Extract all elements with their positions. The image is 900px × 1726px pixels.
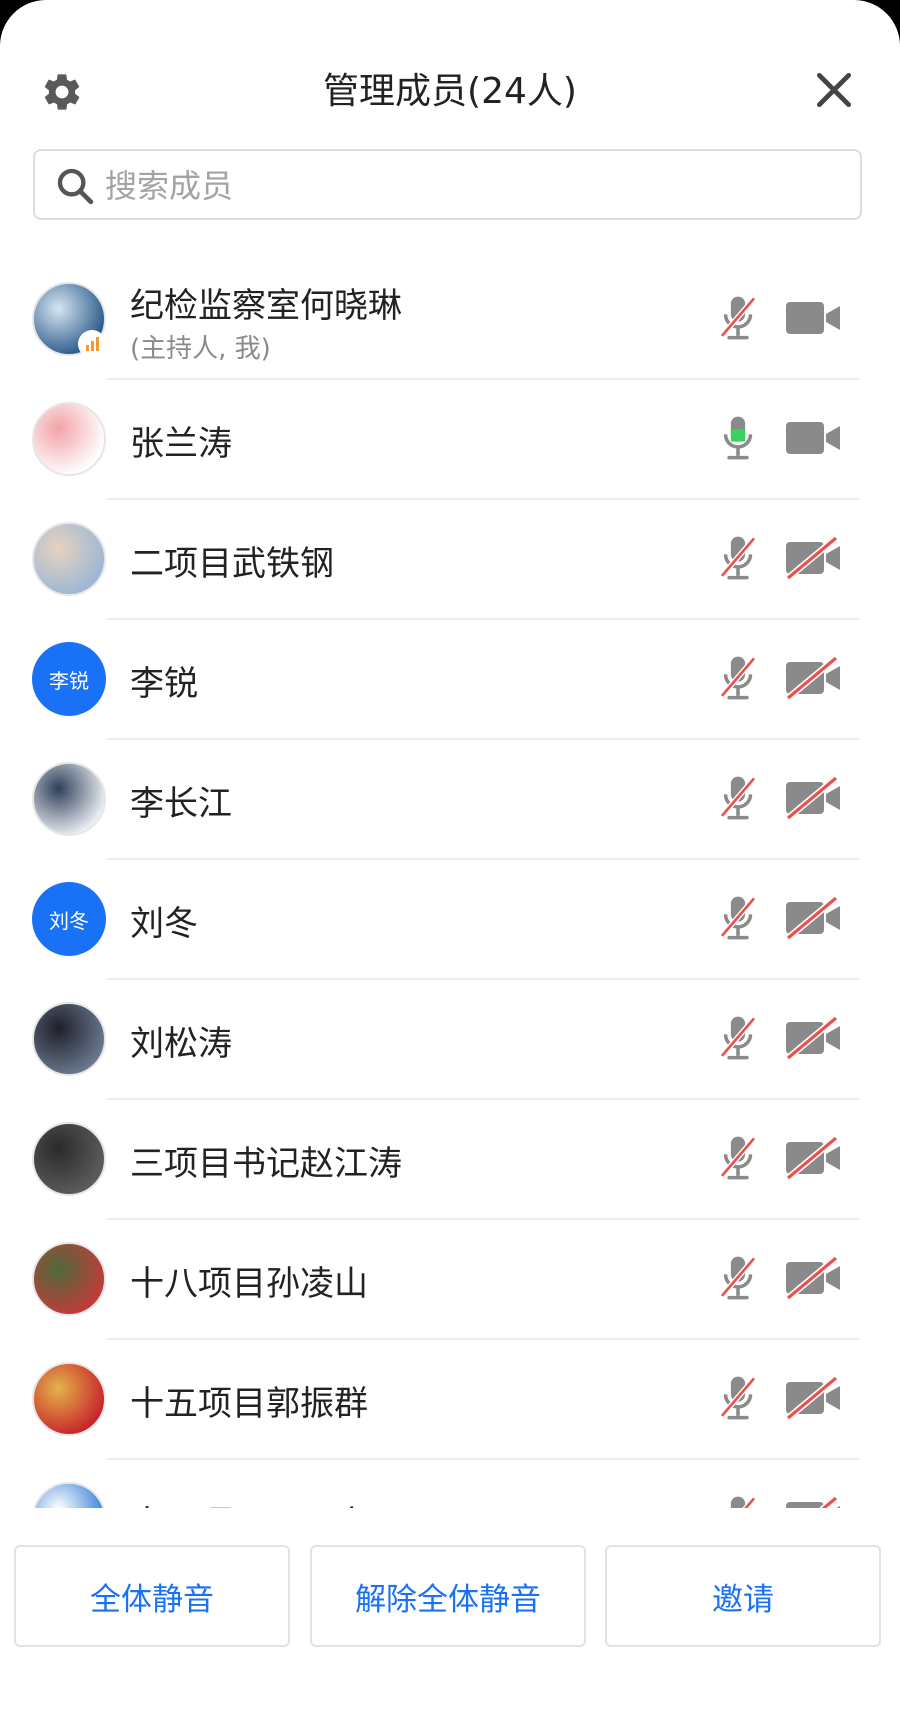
camera-icon[interactable] <box>784 416 844 460</box>
camera-icon[interactable] <box>784 1016 844 1060</box>
member-row[interactable]: 刘松涛 <box>0 980 900 1100</box>
avatar[interactable] <box>32 762 106 836</box>
member-name: 李长江 <box>130 784 232 824</box>
avatar[interactable] <box>32 1362 106 1436</box>
member-name: 张兰涛 <box>130 424 232 464</box>
member-name: 刘松涛 <box>130 1024 232 1064</box>
member-row[interactable]: 十八项目孙凌山 <box>0 1220 900 1340</box>
camera-icon[interactable] <box>784 896 844 940</box>
camera-icon[interactable] <box>784 776 844 820</box>
footer-actions: 全体静音 解除全体静音 邀请 <box>0 1508 900 1726</box>
member-row[interactable]: 刘冬 刘冬 <box>0 860 900 980</box>
camera-icon[interactable] <box>784 1136 844 1180</box>
avatar[interactable]: 李锐 <box>32 642 106 716</box>
microphone-icon[interactable] <box>716 413 760 463</box>
member-name: 纪检监察室何晓琳 <box>130 286 402 326</box>
avatar[interactable] <box>32 1482 106 1508</box>
microphone-icon[interactable] <box>716 533 760 583</box>
unmute-all-button[interactable]: 解除全体静音 <box>310 1545 586 1647</box>
microphone-icon[interactable] <box>716 1253 760 1303</box>
member-name: 李锐 <box>130 664 198 704</box>
header: 管理成员(24人) <box>0 0 900 160</box>
search-icon <box>57 168 94 205</box>
member-row[interactable]: 纪检监察室何晓琳 (主持人, 我) <box>0 260 900 380</box>
microphone-icon[interactable] <box>716 1493 760 1508</box>
member-row[interactable]: 十五项目郭振群 <box>0 1340 900 1460</box>
member-row[interactable]: 李长江 <box>0 740 900 860</box>
microphone-icon[interactable] <box>716 773 760 823</box>
member-name: 十五项目郭振群 <box>130 1384 368 1424</box>
avatar[interactable] <box>32 1002 106 1076</box>
member-row[interactable]: 张兰涛 <box>0 380 900 500</box>
member-name: 二项目武铁钢 <box>130 544 334 584</box>
microphone-icon[interactable] <box>716 1133 760 1183</box>
manage-members-sheet: 管理成员(24人) 纪检监察室何晓琳 (主持人, 我) <box>0 0 900 1726</box>
avatar[interactable] <box>32 402 106 476</box>
page-title: 管理成员(24人) <box>323 71 577 112</box>
close-icon[interactable] <box>812 68 856 112</box>
camera-icon[interactable] <box>784 1256 844 1300</box>
member-row[interactable]: 二项目武铁钢 <box>0 500 900 620</box>
microphone-icon[interactable] <box>716 1013 760 1063</box>
camera-icon[interactable] <box>784 536 844 580</box>
member-list[interactable]: 纪检监察室何晓琳 (主持人, 我) 张兰涛 二项目武铁钢 李锐 李锐 李长江 刘… <box>0 260 900 1508</box>
microphone-icon[interactable] <box>716 653 760 703</box>
search-box[interactable] <box>33 149 862 220</box>
camera-icon[interactable] <box>784 656 844 700</box>
member-role: (主持人, 我) <box>130 334 271 364</box>
avatar[interactable]: 刘冬 <box>32 882 106 956</box>
member-row[interactable]: 李锐 李锐 <box>0 620 900 740</box>
camera-icon[interactable] <box>784 1496 844 1508</box>
camera-icon[interactable] <box>784 296 844 340</box>
member-row[interactable]: 十三项目王三广 <box>0 1460 900 1508</box>
invite-button[interactable]: 邀请 <box>605 1545 881 1647</box>
member-name: 十三项目王三广 <box>130 1496 368 1508</box>
avatar[interactable] <box>32 522 106 596</box>
search-input[interactable] <box>103 159 827 213</box>
member-name: 十八项目孙凌山 <box>130 1264 368 1304</box>
mute-all-button[interactable]: 全体静音 <box>14 1545 290 1647</box>
camera-icon[interactable] <box>784 1376 844 1420</box>
avatar[interactable] <box>32 1242 106 1316</box>
microphone-icon[interactable] <box>716 1373 760 1423</box>
member-row[interactable]: 三项目书记赵江涛 <box>0 1100 900 1220</box>
microphone-icon[interactable] <box>716 893 760 943</box>
avatar[interactable] <box>32 1122 106 1196</box>
microphone-icon[interactable] <box>716 293 760 343</box>
member-name: 刘冬 <box>130 904 198 944</box>
member-name: 三项目书记赵江涛 <box>130 1144 402 1184</box>
signal-strength-icon <box>78 330 106 358</box>
